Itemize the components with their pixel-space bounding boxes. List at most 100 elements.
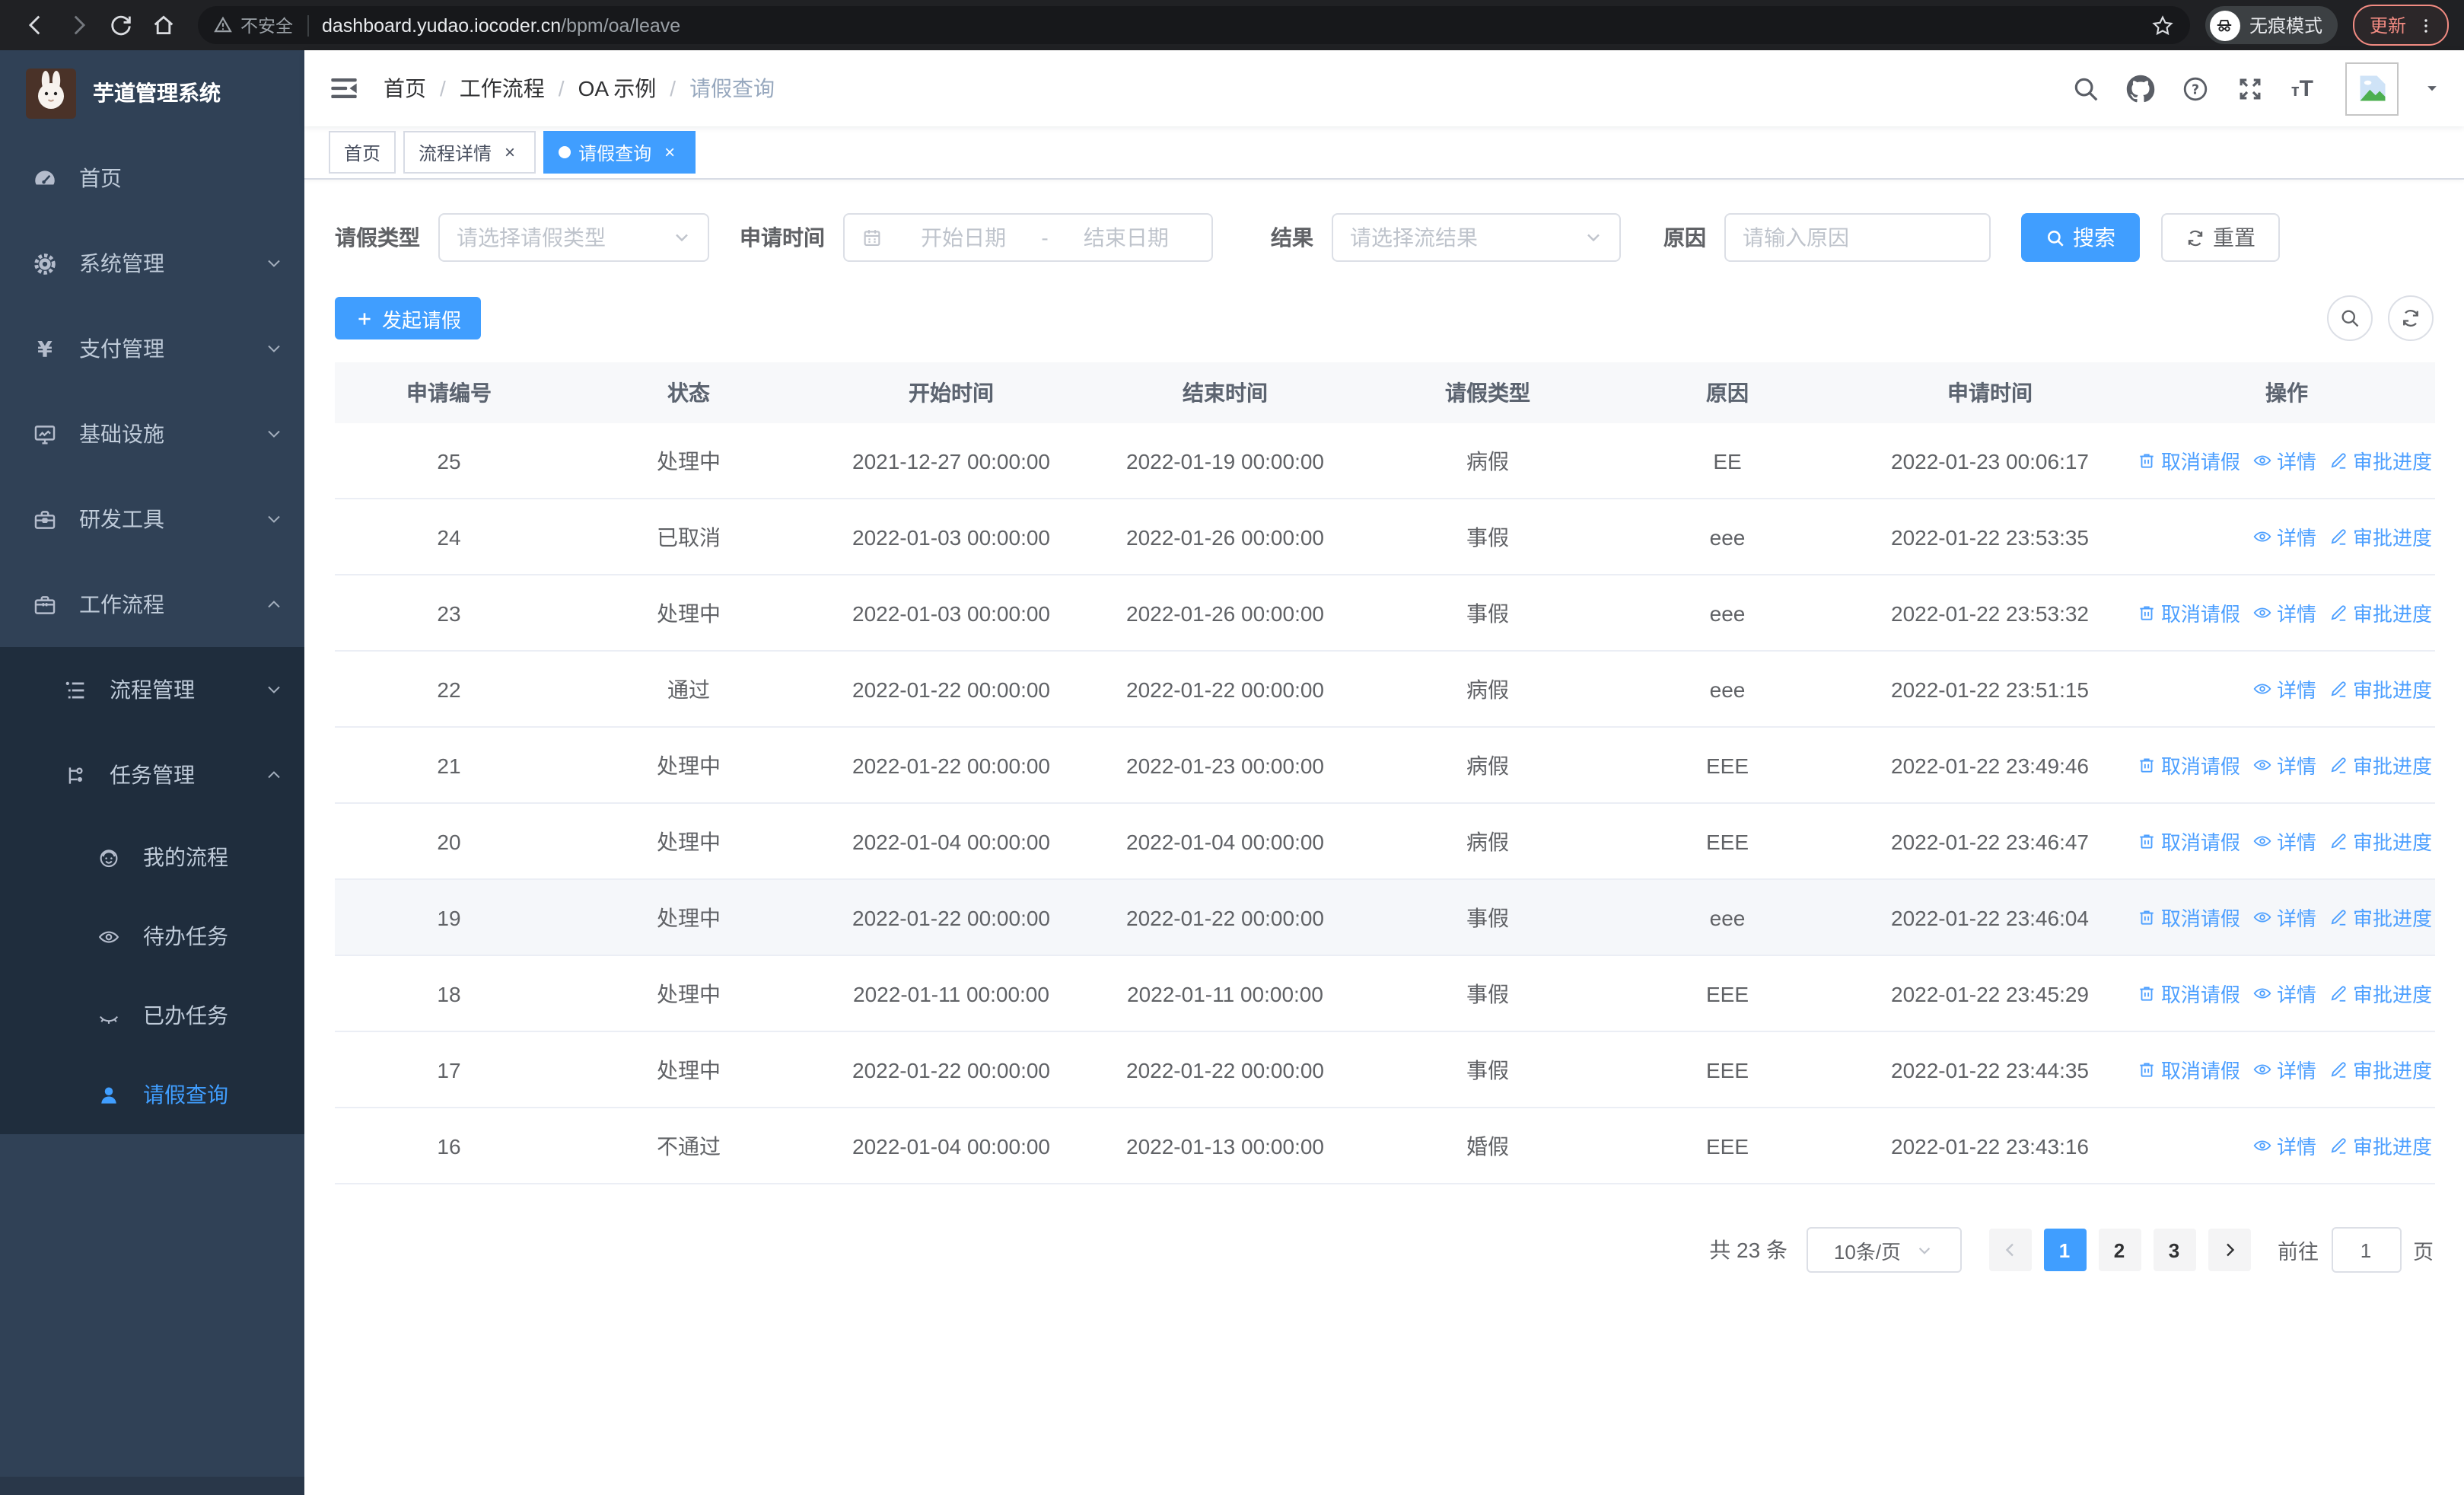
tab-home[interactable]: 首页 — [329, 131, 396, 174]
cell-apply-id: 20 — [437, 829, 461, 853]
close-icon[interactable]: × — [499, 142, 520, 163]
browser-update-button[interactable]: 更新 — [2352, 5, 2449, 46]
approval-progress-link[interactable]: 审批进度 — [2329, 1131, 2432, 1160]
tab-process-detail[interactable]: 流程详情 × — [403, 131, 536, 174]
cell-reason: EEE — [1705, 753, 1749, 777]
search-icon — [2048, 230, 2064, 246]
approval-progress-link[interactable]: 审批进度 — [2329, 598, 2432, 627]
detail-link[interactable]: 详情 — [2252, 522, 2316, 551]
avatar-dropdown-caret-icon[interactable] — [2424, 81, 2440, 96]
sidebar-item-task-management[interactable]: 任务管理 — [0, 732, 304, 818]
create-leave-button[interactable]: 发起请假 — [335, 297, 482, 339]
sidebar-item-done-tasks[interactable]: 已办任务 — [0, 976, 304, 1055]
browser-forward-button[interactable] — [58, 5, 97, 45]
approval-progress-link[interactable]: 审批进度 — [2329, 751, 2432, 779]
prev-page-button[interactable] — [1988, 1229, 2031, 1271]
approval-progress-link[interactable]: 审批进度 — [2329, 827, 2432, 856]
approval-progress-link[interactable]: 审批进度 — [2329, 1055, 2432, 1084]
yen-icon: ¥ — [30, 335, 58, 362]
sidebar-item-my-process[interactable]: 我的流程 — [0, 818, 304, 897]
bookmark-star-icon[interactable] — [2150, 13, 2175, 37]
sidebar-item-todo-tasks[interactable]: 待办任务 — [0, 897, 304, 976]
action-label: 详情 — [2276, 679, 2316, 702]
cell-apply-time: 2022-01-22 23:53:32 — [1891, 601, 2089, 625]
pagination: 共 23 条 10条/页 123 前往 1 页 — [335, 1227, 2434, 1273]
detail-link[interactable]: 详情 — [2252, 1131, 2316, 1160]
detail-link[interactable]: 详情 — [2252, 598, 2316, 627]
page-button-3[interactable]: 3 — [2153, 1229, 2195, 1271]
approval-progress-link[interactable]: 审批进度 — [2329, 674, 2432, 703]
cancel-leave-link[interactable]: 取消请假 — [2137, 979, 2240, 1008]
breadcrumb-item[interactable]: 首页 — [384, 73, 426, 104]
browser-home-button[interactable] — [143, 5, 183, 45]
result-select[interactable]: 请选择流结果 — [1332, 213, 1621, 262]
apply-time-range-picker[interactable]: 开始日期 - 结束日期 — [843, 213, 1213, 262]
detail-link[interactable]: 详情 — [2252, 903, 2316, 932]
cell-end-time: 2022-01-13 00:00:00 — [1126, 1133, 1324, 1158]
page-button-1[interactable]: 1 — [2043, 1229, 2086, 1271]
sidebar-item-leave-query[interactable]: 请假查询 — [0, 1055, 304, 1134]
cell-start-time: 2022-01-04 00:00:00 — [852, 829, 1050, 853]
sidebar-item-payment-management[interactable]: ¥ 支付管理 — [0, 306, 304, 391]
tab-leave-query[interactable]: 请假查询 × — [543, 131, 696, 174]
reset-button[interactable]: 重置 — [2161, 213, 2280, 262]
sidebar-item-workflow[interactable]: 工作流程 — [0, 562, 304, 647]
sidebar-item-system-management[interactable]: 系统管理 — [0, 221, 304, 306]
sidebar-item-infrastructure[interactable]: 基础设施 — [0, 391, 304, 477]
cancel-leave-link[interactable]: 取消请假 — [2137, 598, 2240, 627]
browser-back-button[interactable] — [15, 5, 55, 45]
site-security-chip[interactable]: 不安全 — [213, 13, 293, 37]
cancel-leave-link[interactable]: 取消请假 — [2137, 1055, 2240, 1084]
goto-page-input[interactable]: 1 — [2331, 1227, 2401, 1273]
svg-text:¥: ¥ — [37, 336, 52, 362]
sidebar-item-home[interactable]: 首页 — [0, 135, 304, 221]
font-size-button[interactable]: тT — [2291, 77, 2313, 100]
close-icon[interactable]: × — [659, 142, 680, 163]
table-row: 22 通过 2022-01-22 00:00:00 2022-01-22 00:00:… — [335, 652, 2435, 728]
cancel-leave-link[interactable]: 取消请假 — [2137, 903, 2240, 932]
sidebar-item-process-management[interactable]: 流程管理 — [0, 647, 304, 732]
sidebar-collapse-button[interactable] — [329, 73, 359, 104]
action-label: 详情 — [2276, 907, 2316, 930]
cancel-leave-link[interactable]: 取消请假 — [2137, 827, 2240, 856]
browser-menu-icon[interactable] — [2417, 14, 2435, 36]
column-header: 状态 — [667, 381, 710, 405]
help-button[interactable]: ? — [2182, 74, 2211, 103]
approval-progress-link[interactable]: 审批进度 — [2329, 903, 2432, 932]
main-area: 首页 / 工作流程 / OA 示例 / 请假查询 ? тT 首页 流程详情 × 请假查询 × — [304, 50, 2464, 1495]
detail-link[interactable]: 详情 — [2252, 674, 2316, 703]
sidebar-item-dev-tools[interactable]: 研发工具 — [0, 477, 304, 562]
approval-progress-link[interactable]: 审批进度 — [2329, 979, 2432, 1008]
approval-progress-link[interactable]: 审批进度 — [2329, 522, 2432, 551]
column-header: 开始时间 — [909, 381, 994, 405]
pencil-icon — [2329, 983, 2348, 1003]
app-logo-row[interactable]: 芋道管理系统 — [0, 50, 304, 135]
detail-link[interactable]: 详情 — [2252, 827, 2316, 856]
reason-input[interactable]: 请输入原因 — [1724, 213, 1991, 262]
refresh-icon — [2403, 310, 2418, 327]
detail-link[interactable]: 详情 — [2252, 446, 2316, 475]
show-search-toggle-button[interactable] — [2327, 295, 2373, 341]
cancel-leave-link[interactable]: 取消请假 — [2137, 751, 2240, 779]
detail-link[interactable]: 详情 — [2252, 751, 2316, 779]
detail-link[interactable]: 详情 — [2252, 1055, 2316, 1084]
next-page-button[interactable] — [2208, 1229, 2250, 1271]
cell-apply-id: 25 — [437, 448, 461, 473]
browser-reload-button[interactable] — [100, 5, 140, 45]
fullscreen-button[interactable] — [2236, 74, 2265, 103]
user-avatar[interactable] — [2345, 62, 2399, 115]
breadcrumb-item[interactable]: 工作流程 — [460, 73, 545, 104]
detail-link[interactable]: 详情 — [2252, 979, 2316, 1008]
page-size-select[interactable]: 10条/页 — [1806, 1227, 1961, 1273]
cell-start-time: 2022-01-11 00:00:00 — [853, 981, 1049, 1006]
approval-progress-link[interactable]: 审批进度 — [2329, 446, 2432, 475]
page-button-2[interactable]: 2 — [2098, 1229, 2141, 1271]
breadcrumb-item[interactable]: OA 示例 — [578, 73, 657, 104]
github-link-button[interactable] — [2127, 74, 2156, 103]
header-search-button[interactable] — [2072, 74, 2101, 103]
refresh-table-button[interactable] — [2388, 295, 2434, 341]
cancel-leave-link[interactable]: 取消请假 — [2137, 446, 2240, 475]
url-bar[interactable]: 不安全 dashboard.yudao.iocoder.cn/bpm/oa/le… — [198, 6, 2190, 44]
search-button[interactable]: 搜索 — [2021, 213, 2140, 262]
leave-type-select[interactable]: 请选择请假类型 — [438, 213, 709, 262]
